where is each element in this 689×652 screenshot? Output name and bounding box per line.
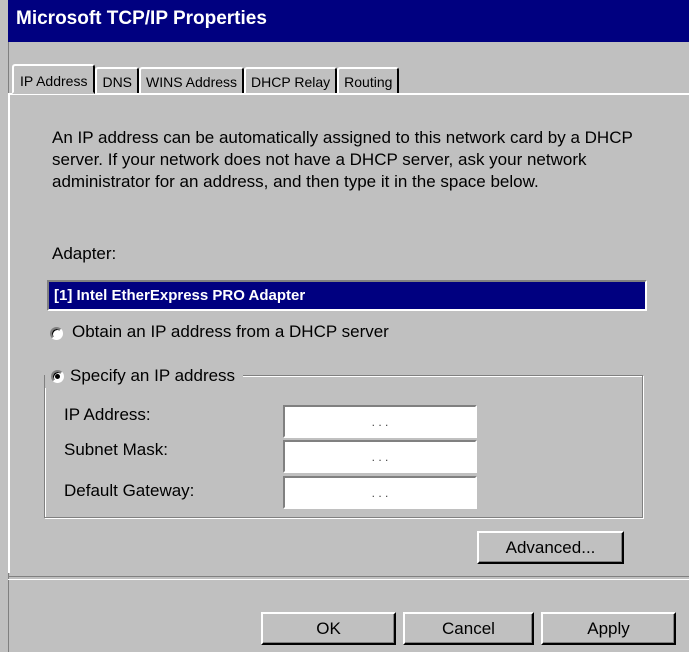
window-title: Microsoft TCP/IP Properties	[16, 8, 267, 29]
radio-obtain-dhcp[interactable]	[50, 327, 63, 340]
ok-button[interactable]: OK	[261, 612, 396, 645]
specify-ip-legend: Specify an IP address	[45, 364, 244, 388]
tab-ip-address[interactable]: IP Address	[12, 64, 96, 94]
advanced-button[interactable]: Advanced...	[477, 531, 624, 564]
adapter-label: Adapter:	[52, 244, 117, 263]
ip-address-field[interactable]: . . .	[283, 405, 477, 438]
subnet-mask-label: Subnet Mask:	[64, 440, 168, 459]
apply-button[interactable]: Apply	[541, 612, 676, 645]
radio-specify-ip[interactable]	[51, 369, 64, 383]
ip-address-label: IP Address:	[64, 405, 151, 424]
cancel-button[interactable]: Cancel	[403, 612, 534, 645]
dhcp-description: An IP address can be automatically assig…	[52, 128, 633, 191]
footer-separator	[8, 576, 689, 580]
radio-specify-ip-label[interactable]: Specify an IP address	[70, 366, 235, 386]
subnet-mask-field[interactable]: . . .	[283, 440, 477, 473]
tab-dns[interactable]: DNS	[95, 67, 140, 93]
tab-routing[interactable]: Routing	[337, 67, 400, 93]
default-gateway-label: Default Gateway:	[64, 481, 195, 500]
tab-strip: IP Address DNS WINS Address DHCP Relay R…	[12, 64, 400, 94]
tcpip-properties-dialog: Microsoft TCP/IP Properties IP Address D…	[0, 0, 689, 652]
adapter-select[interactable]: [1] Intel EtherExpress PRO Adapter	[47, 280, 647, 311]
tab-dhcp-relay[interactable]: DHCP Relay	[244, 67, 338, 93]
title-bar[interactable]: Microsoft TCP/IP Properties	[8, 0, 689, 42]
radio-obtain-dhcp-label[interactable]: Obtain an IP address from a DHCP server	[72, 322, 389, 342]
default-gateway-field[interactable]: . . .	[283, 476, 477, 509]
tab-wins-address[interactable]: WINS Address	[139, 67, 245, 93]
